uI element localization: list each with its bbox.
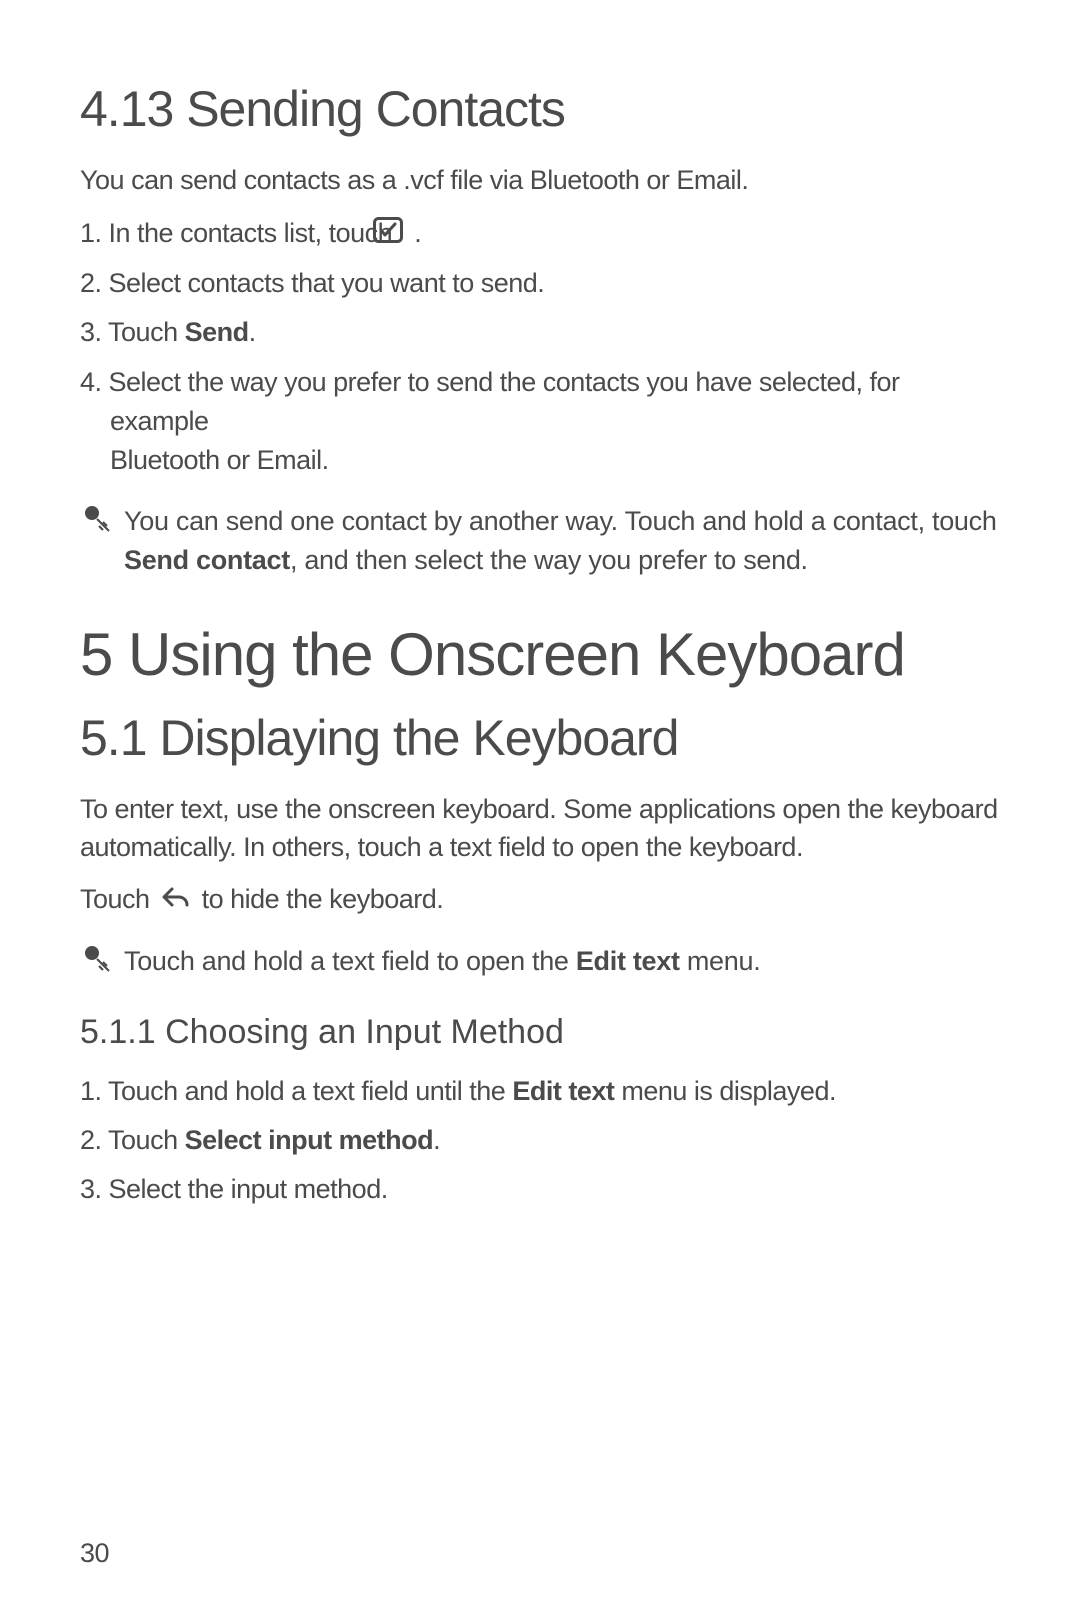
tip-4-13: You can send one contact by another way.… xyxy=(80,502,1000,580)
tip-5-1-b: Edit text xyxy=(576,946,680,976)
intro-5-1: To enter text, use the onscreen keyboard… xyxy=(80,791,1000,867)
back-icon xyxy=(161,882,191,920)
heading-5: 5 Using the Onscreen Keyboard xyxy=(80,620,1000,689)
tip-4-13-text: You can send one contact by another way.… xyxy=(124,502,1000,580)
heading-4-13: 4.13 Sending Contacts xyxy=(80,80,1000,138)
tip-icon xyxy=(80,944,114,983)
step-5-1-1-1-c: menu is displayed. xyxy=(614,1076,836,1106)
step-5-1-1-2-b: Select input method xyxy=(185,1125,434,1155)
tip-5-1-a: Touch and hold a text field to open the xyxy=(124,946,576,976)
step-5-1-1-2: 2. Touch Select input method. xyxy=(80,1121,1000,1160)
hide-kbd-a: Touch xyxy=(80,884,157,914)
tip-5-1: Touch and hold a text field to open the … xyxy=(80,942,1000,983)
step-5-1-1-1: 1. Touch and hold a text field until the… xyxy=(80,1072,1000,1111)
tip-4-13-c: , and then select the way you prefer to … xyxy=(290,545,808,575)
tip-icon xyxy=(80,504,114,543)
step-4-13-4: 4. Select the way you prefer to send the… xyxy=(80,363,1000,480)
heading-5-1: 5.1 Displaying the Keyboard xyxy=(80,709,1000,767)
step-5-1-1-2-c: . xyxy=(433,1125,440,1155)
hide-kbd: Touch to hide the keyboard. xyxy=(80,881,1000,920)
step-4-13-1-text-b: . xyxy=(414,218,421,248)
step-4-13-4-a: 4. Select the way you prefer to send the… xyxy=(80,367,900,436)
step-4-13-3-a: 3. Touch xyxy=(80,317,185,347)
step-5-1-1-2-a: 2. Touch xyxy=(80,1125,185,1155)
heading-5-1-1: 5.1.1 Choosing an Input Method xyxy=(80,1013,1000,1052)
tip-5-1-c: menu. xyxy=(680,946,761,976)
step-4-13-2: 2. Select contacts that you want to send… xyxy=(80,264,1000,303)
step-4-13-3-b: Send xyxy=(185,317,249,347)
step-4-13-4-b: Bluetooth or Email. xyxy=(110,441,1000,480)
intro-4-13: You can send contacts as a .vcf file via… xyxy=(80,162,1000,200)
step-4-13-3-c: . xyxy=(249,317,256,347)
tip-4-13-b: Send contact xyxy=(124,545,290,575)
step-4-13-3: 3. Touch Send. xyxy=(80,313,1000,352)
step-5-1-1-1-a: 1. Touch and hold a text field until the xyxy=(80,1076,512,1106)
step-4-13-1-text-a: 1. In the contacts list, touch xyxy=(80,218,399,248)
page-number: 30 xyxy=(80,1538,109,1569)
tip-4-13-a: You can send one contact by another way.… xyxy=(124,506,997,536)
hide-kbd-b: to hide the keyboard. xyxy=(202,884,444,914)
step-5-1-1-1-b: Edit text xyxy=(512,1076,614,1106)
step-4-13-1: 1. In the contacts list, touch . xyxy=(80,214,1000,254)
tip-5-1-text: Touch and hold a text field to open the … xyxy=(124,942,760,981)
step-5-1-1-3: 3. Select the input method. xyxy=(80,1170,1000,1209)
